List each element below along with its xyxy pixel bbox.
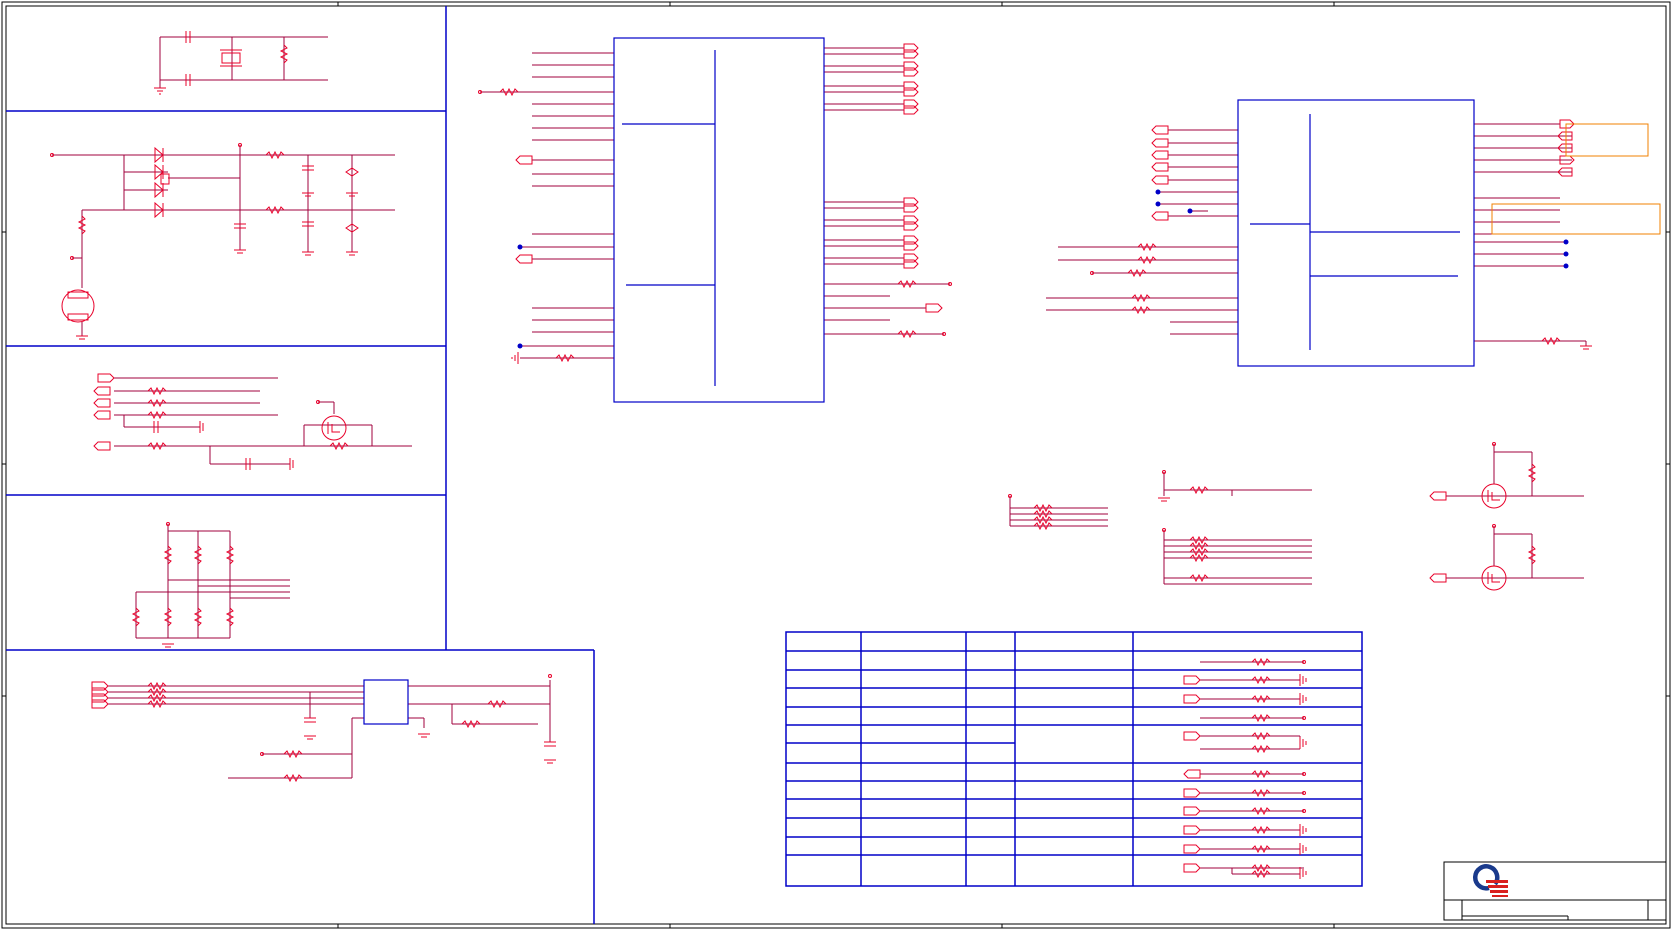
- battery-symbols: [50, 143, 359, 340]
- crystal-symbols: [154, 31, 289, 95]
- main-ic-left-pins: [480, 52, 614, 359]
- crystal-circuit: [159, 36, 328, 88]
- resistor-pack-b-symbols: [1158, 470, 1209, 583]
- main-ic-junctions: [517, 244, 523, 349]
- schematic-sheet: [1, 1, 1671, 929]
- bottom-left-circuit: [108, 680, 551, 779]
- strap-table-wires: [1200, 661, 1304, 875]
- sheet-frame: [1, 1, 1671, 929]
- quanta-logo: [1473, 864, 1508, 897]
- battery-circuit: [52, 145, 395, 336]
- right-ic-junctions: [1155, 189, 1569, 269]
- mosfet-switch-2: [1446, 526, 1584, 579]
- signal-symbols: [93, 373, 349, 470]
- mosfet-switch-1: [1446, 444, 1584, 497]
- main-ic-right-pins: [824, 47, 950, 335]
- right-ic-left-pins: [1046, 129, 1238, 335]
- strap-table-symbols: [1183, 657, 1307, 879]
- right-ic-body: [1237, 99, 1475, 367]
- main-ic-body: [613, 37, 825, 403]
- resistor-ladder: [135, 524, 290, 639]
- strap-table: [785, 631, 1363, 887]
- panel-dividers: [6, 6, 595, 924]
- bottom-left-symbols: [91, 674, 556, 783]
- resistor-pack-b: [1163, 472, 1312, 585]
- resistor-pack-a: [1009, 496, 1108, 527]
- resistor-pack-a-symbols: [1008, 494, 1053, 531]
- right-ic-right-pins: [1474, 123, 1587, 346]
- ladder-symbols: [131, 522, 235, 648]
- highlight-boxes: [1491, 123, 1661, 235]
- level-shifter-ic: [363, 679, 409, 725]
